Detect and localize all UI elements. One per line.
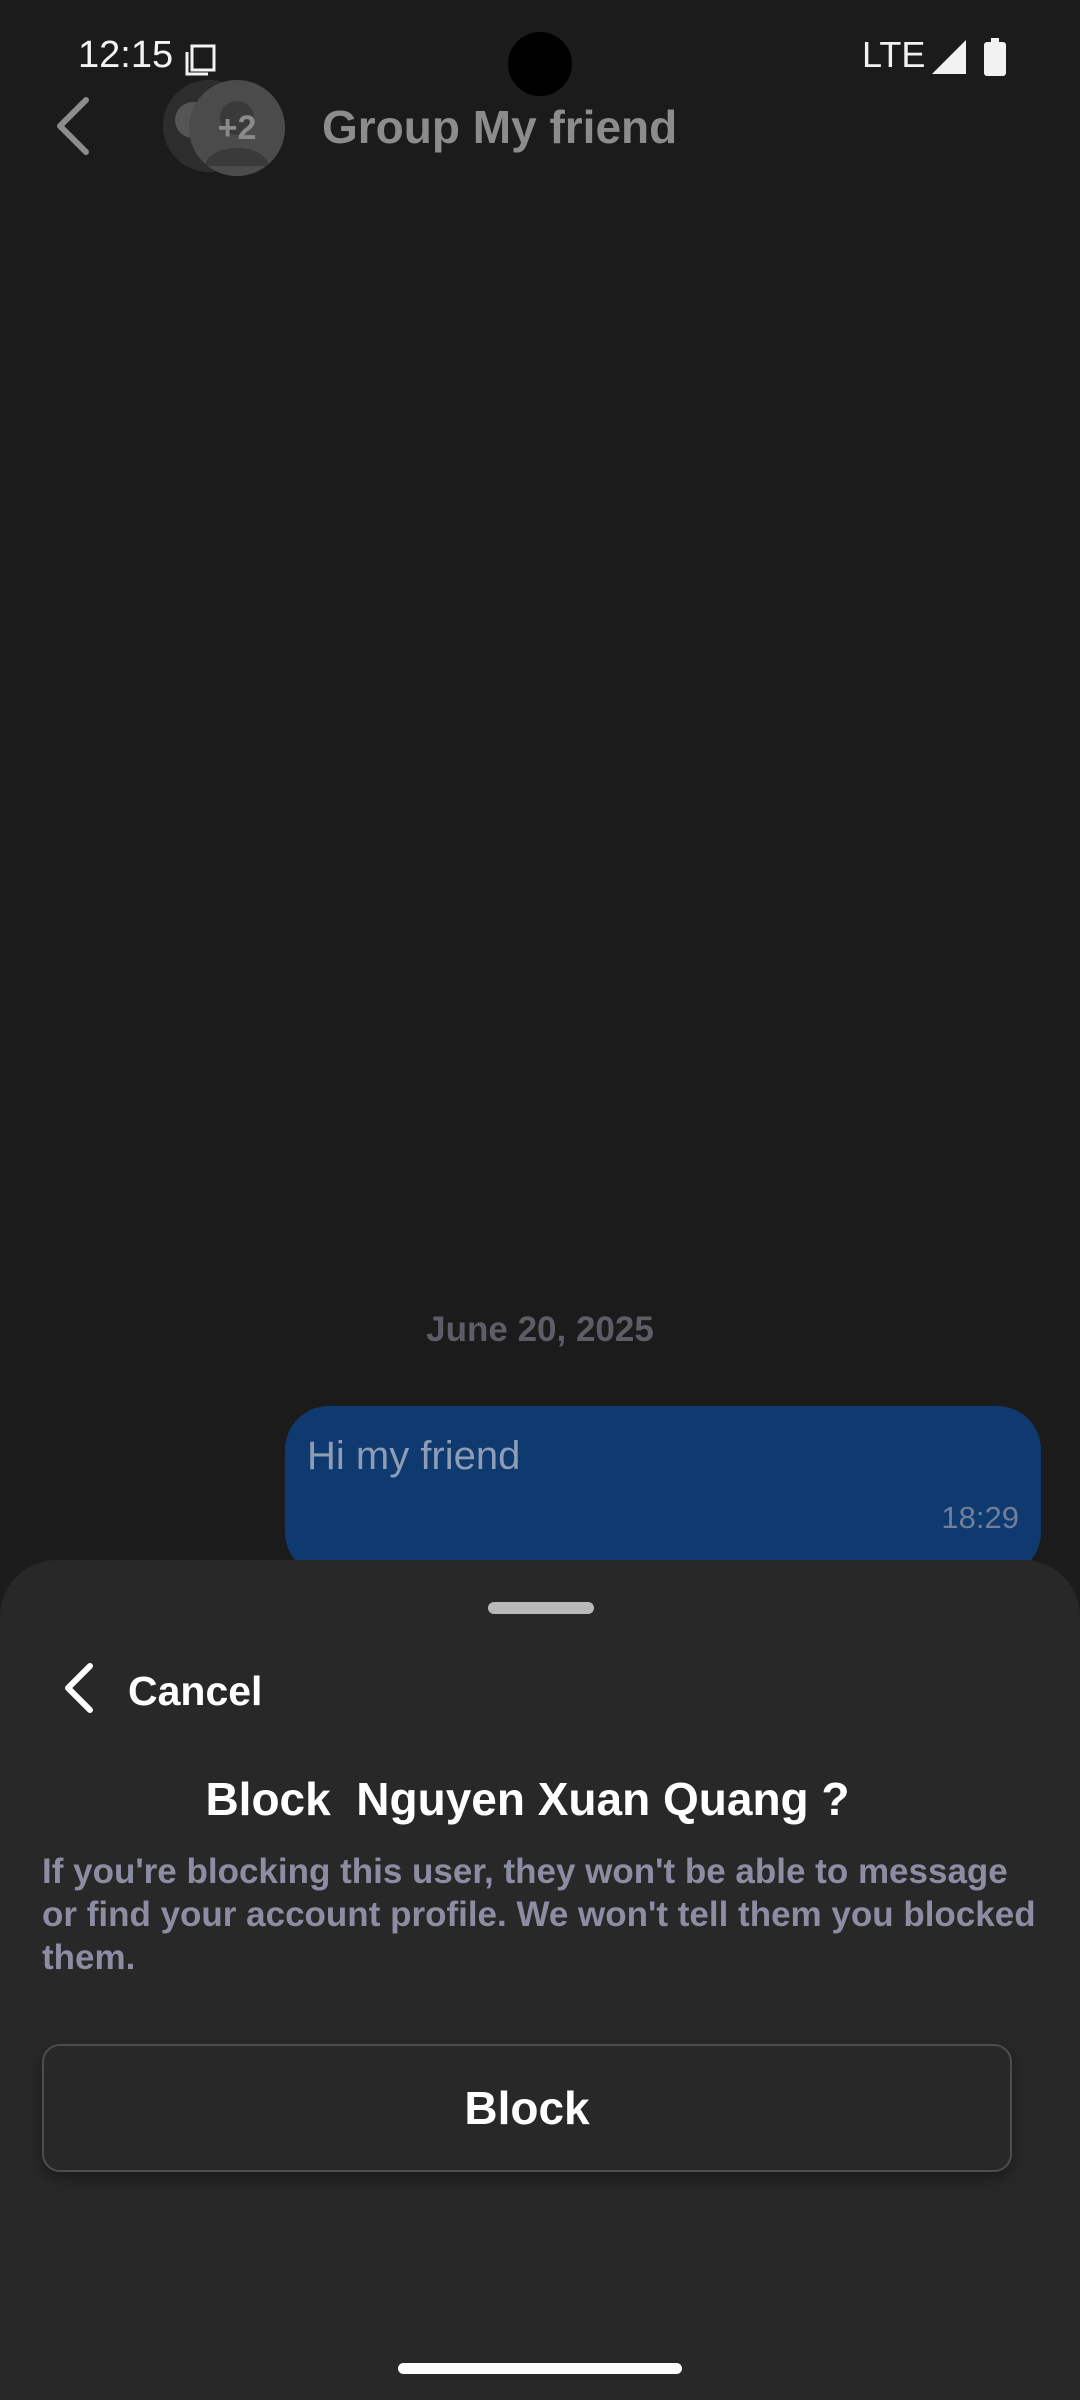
- block-dialog-description: If you're blocking this user, they won't…: [42, 1852, 1036, 1977]
- signal-icon: [932, 40, 966, 74]
- battery-icon: [984, 38, 1006, 76]
- screen-record-icon: [185, 44, 216, 76]
- sheet-drag-handle[interactable]: [488, 1602, 594, 1614]
- message-time: 18:29: [941, 1500, 1019, 1535]
- group-avatar[interactable]: +2: [163, 80, 288, 180]
- avatar-extra-count: +2: [217, 109, 257, 147]
- block-button[interactable]: Block: [42, 2044, 1012, 2172]
- camera-cutout: [508, 32, 572, 96]
- cancel-button[interactable]: Cancel: [50, 1650, 350, 1730]
- home-indicator[interactable]: [398, 2363, 682, 2374]
- block-dialog-title: Block Nguyen Xuan Quang ?: [205, 1773, 850, 1825]
- status-time: 12:15: [78, 34, 174, 76]
- chevron-left-icon: [65, 1663, 93, 1713]
- block-user-sheet: Cancel Block Nguyen Xuan Quang ? If you'…: [0, 1560, 1080, 2400]
- status-bar: 12:15 LTE: [0, 0, 1080, 110]
- chat-title[interactable]: Group My friend: [322, 100, 677, 154]
- cancel-label: Cancel: [128, 1668, 263, 1714]
- back-chevron-icon[interactable]: [48, 90, 98, 162]
- date-separator: June 20, 2025: [426, 1310, 654, 1349]
- outgoing-message-bubble[interactable]: Hi my friend 18:29: [285, 1406, 1041, 1576]
- network-type: LTE: [862, 34, 926, 75]
- block-button-label: Block: [464, 2082, 590, 2134]
- message-text: Hi my friend: [307, 1434, 521, 1478]
